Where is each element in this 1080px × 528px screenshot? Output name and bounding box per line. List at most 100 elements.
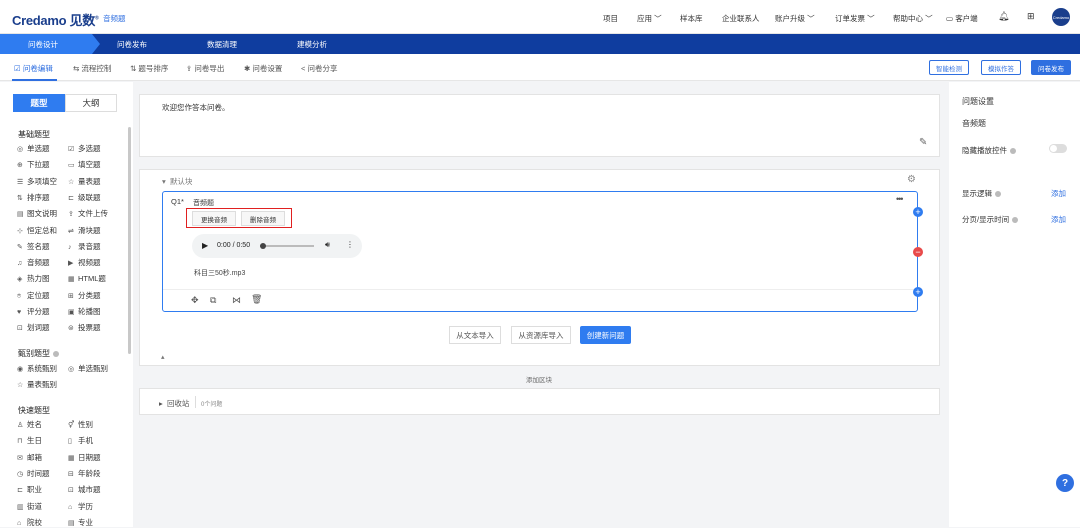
question-type-item[interactable]: ☆ 量表题 (68, 176, 101, 187)
question-type-item[interactable]: ◎ 单选题 (17, 143, 50, 154)
question-type-item[interactable]: ⇪ 文件上传 (68, 208, 108, 219)
audio-progress[interactable] (260, 243, 314, 249)
credamo-logo[interactable]: Credamo 见数® (12, 10, 99, 29)
volume-icon[interactable]: 🔊︎ (325, 240, 330, 250)
question-type-item[interactable]: ⊟ 年龄段 (68, 468, 101, 479)
replace-audio-button[interactable]: 更换音频 (192, 211, 236, 226)
info-icon[interactable] (995, 191, 1001, 198)
remove-question-icon[interactable]: − (913, 247, 923, 257)
grid-icon[interactable]: ⊞ (1027, 11, 1035, 22)
question-type-item[interactable]: ◎ 单选甄别 (68, 363, 108, 374)
step-publish[interactable]: 问卷发布 (117, 39, 147, 50)
more-vert-icon[interactable]: ⋮ (346, 240, 354, 249)
question-type-item[interactable]: ☆ 量表甄别 (17, 379, 57, 390)
question-type-item[interactable]: ⊕ 下拉题 (17, 159, 50, 170)
question-type-item[interactable]: ⊏ 职业 (17, 484, 42, 495)
tab-edit[interactable]: ☑ 问卷编辑 (14, 63, 53, 74)
step-modeling[interactable]: 建模分析 (297, 39, 327, 50)
welcome-card[interactable]: 欢迎您作答本问卷。 ✎ (139, 94, 940, 157)
step-design[interactable]: 问卷设计 (28, 39, 58, 50)
nav-client[interactable]: ▭ 客户端 (946, 13, 978, 24)
help-icon[interactable]: ? (1056, 474, 1074, 492)
add-above-icon[interactable]: + (913, 207, 923, 217)
question-type-item[interactable]: ▯ 手机 (68, 435, 93, 446)
question-type-item[interactable]: ⊡ 城市题 (68, 484, 101, 495)
tab-share[interactable]: < 问卷分享 (301, 63, 337, 74)
question-type-item[interactable]: ▦ HTML题 (68, 273, 106, 284)
welcome-text[interactable]: 欢迎您作答本问卷。 (162, 102, 230, 113)
split-icon[interactable]: ⋈ (232, 295, 241, 306)
import-from-library-button[interactable]: 从资源库导入 (511, 326, 571, 344)
copy-icon[interactable]: ⧉ (210, 295, 216, 306)
question-title[interactable]: 音频题 (193, 198, 214, 208)
delete-audio-button[interactable]: 删除音频 (241, 211, 285, 226)
question-type-item[interactable]: ◈ 热力图 (17, 273, 50, 284)
question-type-item[interactable]: ⌂ 院校 (17, 517, 42, 528)
question-type-item[interactable]: ▤ 专业 (68, 517, 93, 528)
create-question-button[interactable]: 创建新问题 (580, 326, 631, 344)
nav-help-center[interactable]: 帮助中心 ﹀ (893, 13, 933, 24)
question-type-item[interactable]: ☰ 多项填空 (17, 176, 57, 187)
question-type-item[interactable]: ▦ 日期题 (68, 452, 101, 463)
info-icon[interactable] (53, 350, 59, 357)
question-type-item[interactable]: ✎ 签名题 (17, 241, 50, 252)
smart-check-button[interactable]: 智能检测 (929, 60, 969, 75)
step-clean[interactable]: 数据清理 (207, 39, 237, 50)
question-type-item[interactable]: ✉ 邮箱 (17, 452, 42, 463)
recycle-bin-label[interactable]: ▸ 回收站 (159, 398, 189, 409)
audio-player[interactable]: ▶ 0:00 / 0:50 🔊︎ ⋮ (192, 234, 362, 258)
nav-sample-library[interactable]: 样本库 (680, 13, 703, 24)
add-display-logic-link[interactable]: 添加 (1051, 188, 1066, 199)
more-icon[interactable]: ••• (896, 194, 904, 204)
tab-flow[interactable]: ⇆ 流程控制 (73, 63, 111, 74)
nav-project[interactable]: 项目 (603, 13, 618, 24)
avatar[interactable]: Credamo (1052, 8, 1070, 26)
trash-icon[interactable]: 🗑︎ (251, 294, 262, 305)
nav-account-upgrade[interactable]: 账户升级 ﹀ (775, 13, 815, 24)
question-type-item[interactable]: ⌂ 学历 (68, 501, 93, 512)
hide-controls-toggle[interactable] (1049, 144, 1067, 153)
question-type-item[interactable]: ♫ 音频题 (17, 257, 50, 268)
tab-sort[interactable]: ⇅ 题号排序 (130, 63, 168, 74)
collapse-caret-icon[interactable]: ▴ (161, 353, 165, 361)
block-header[interactable]: ▾ 默认块 (162, 176, 192, 187)
publish-button[interactable]: 问卷发布 (1031, 60, 1071, 75)
play-icon[interactable]: ▶ (202, 241, 208, 250)
question-type-item[interactable]: ♪ 录音题 (68, 241, 101, 252)
question-type-item[interactable]: ♙ 姓名 (17, 419, 42, 430)
question-type-item[interactable]: ☑ 多选题 (68, 143, 101, 154)
question-type-item[interactable]: ▣ 轮播图 (68, 306, 101, 317)
gear-icon[interactable]: ⚙ (907, 174, 916, 185)
question-type-item[interactable]: ♥ 评分题 (17, 306, 50, 317)
move-icon[interactable]: ✥ (191, 295, 199, 306)
question-type-item[interactable]: ⊡ 划词题 (17, 322, 50, 333)
question-type-item[interactable]: ⇌ 滑块题 (68, 225, 101, 236)
add-page-time-link[interactable]: 添加 (1051, 214, 1066, 225)
question-type-item[interactable]: ⊞ 分类题 (68, 290, 101, 301)
question-type-item[interactable]: ⊜ 投票题 (68, 322, 101, 333)
nav-enterprise-contacts[interactable]: 企业联系人 (722, 13, 760, 24)
simulate-answer-button[interactable]: 模拟作答 (981, 60, 1021, 75)
question-type-item[interactable]: ⊹ 恒定总和 (17, 225, 57, 236)
edit-icon[interactable]: ✎ (919, 137, 927, 148)
question-type-item[interactable]: ◉ 系统甄别 (17, 363, 57, 374)
question-type-item[interactable]: ⇅ 排序题 (17, 192, 50, 203)
info-icon[interactable] (1010, 148, 1016, 155)
project-name[interactable]: 音频题 (103, 13, 126, 24)
import-from-text-button[interactable]: 从文本导入 (449, 326, 501, 344)
question-type-item[interactable]: ◷ 时间题 (17, 468, 50, 479)
tab-question-types[interactable]: 题型 (13, 94, 65, 112)
question-type-item[interactable]: ▶ 视频题 (68, 257, 101, 268)
question-type-item[interactable]: ⌾ 定位题 (17, 290, 50, 301)
recycle-bin-card[interactable]: ▸ 回收站 0个问题 (139, 388, 940, 415)
tab-export[interactable]: ⇪ 问卷导出 (186, 63, 224, 74)
question-type-item[interactable]: ▤ 图文说明 (17, 208, 57, 219)
scrollbar[interactable] (128, 127, 131, 354)
tab-outline[interactable]: 大纲 (65, 94, 117, 112)
add-block-link[interactable]: 添加区块 (526, 374, 552, 384)
tab-settings[interactable]: ✱ 问卷设置 (244, 63, 282, 74)
question-type-item[interactable]: ⊓ 生日 (17, 435, 42, 446)
add-below-icon[interactable]: + (913, 287, 923, 297)
question-type-item[interactable]: ⊏ 级联题 (68, 192, 101, 203)
question-type-item[interactable]: ⚥ 性别 (68, 419, 93, 430)
